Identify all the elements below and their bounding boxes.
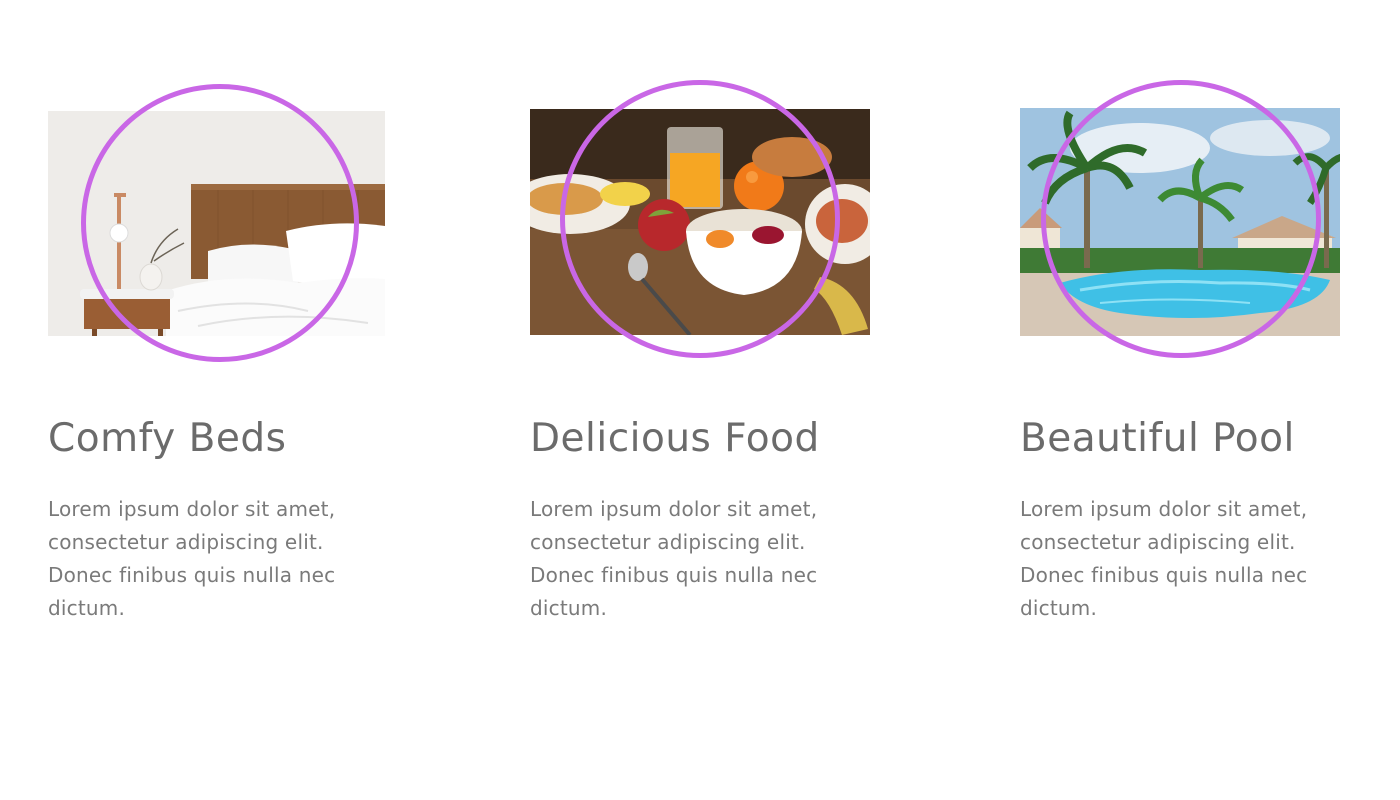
bedroom-photo xyxy=(48,111,385,336)
features-section: Comfy Beds Lorem ipsum dolor sit amet, c… xyxy=(0,0,1400,800)
feature-description: Lorem ipsum dolor sit amet, consectetur … xyxy=(48,497,336,620)
breakfast-photo xyxy=(530,109,870,335)
feature-description: Lorem ipsum dolor sit amet, consectetur … xyxy=(530,497,818,620)
feature-title: Beautiful Pool xyxy=(1020,416,1295,461)
feature-title: Comfy Beds xyxy=(48,416,287,461)
feature-title: Delicious Food xyxy=(530,416,820,461)
feature-description: Lorem ipsum dolor sit amet, consectetur … xyxy=(1020,497,1308,620)
pool-photo xyxy=(1020,108,1340,336)
